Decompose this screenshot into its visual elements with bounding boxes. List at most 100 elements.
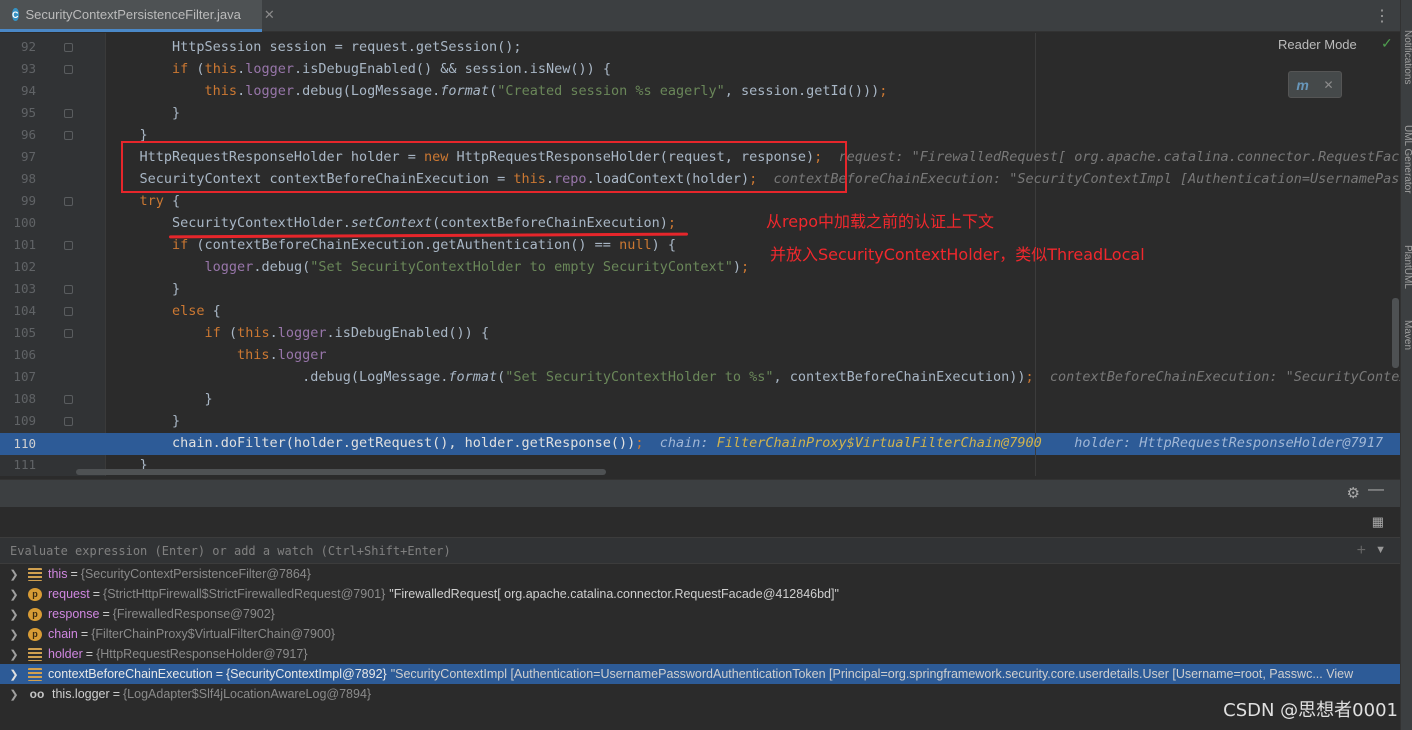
gear-icon[interactable]: ⚙ [1347, 484, 1360, 502]
line-number: 92 [20, 39, 36, 54]
field-icon [28, 667, 42, 681]
expand-icon[interactable]: ❯ [0, 568, 28, 581]
line-number: 98 [20, 171, 36, 186]
fold-marker[interactable] [64, 197, 73, 206]
expand-icon[interactable]: ❯ [0, 628, 28, 641]
variable-type: {HttpRequestResponseHolder@7917} [96, 647, 308, 661]
code-line-109: } [107, 413, 181, 429]
fold-marker[interactable] [64, 417, 73, 426]
variable-name: this.logger [52, 687, 110, 701]
fold-marker[interactable] [64, 285, 73, 294]
close-icon[interactable]: ✕ [1324, 78, 1334, 92]
maven-reload-popup[interactable]: m ✕ [1288, 71, 1342, 98]
java-class-icon: C [12, 8, 19, 21]
tab-filename: SecurityContextPersistenceFilter.java [25, 7, 241, 22]
fold-marker[interactable] [64, 395, 73, 404]
line-number: 106 [13, 347, 36, 362]
code-line-105: if (this.logger.isDebugEnabled()) { [204, 325, 490, 341]
csdn-watermark: CSDN @思想者0001 [1223, 700, 1398, 721]
annotation-text: 从repo中加载之前的认证上下文 [766, 212, 995, 231]
variable-name: chain [48, 627, 78, 641]
inline-debug-hint: contextBeforeChainExecution: "SecurityCo… [773, 171, 1400, 187]
layout-icon[interactable]: ▦ [1372, 514, 1384, 530]
evaluate-expression-input[interactable] [10, 541, 1340, 561]
variable-row[interactable]: ❯ holder = {HttpRequestResponseHolder@79… [0, 644, 1400, 664]
line-number: 101 [13, 237, 36, 252]
line-number: 93 [20, 61, 36, 76]
expand-icon[interactable]: ❯ [0, 588, 28, 601]
line-number: 96 [20, 127, 36, 142]
fold-marker[interactable] [64, 329, 73, 338]
expand-icon[interactable]: ❯ [0, 608, 28, 621]
variable-row[interactable]: ❯ p response = {FirewalledResponse@7902} [0, 604, 1400, 624]
code-line-100: SecurityContextHolder.setContext(context… [107, 215, 676, 231]
fold-marker[interactable] [64, 241, 73, 250]
line-number: 107 [13, 369, 36, 384]
line-number: 100 [13, 215, 36, 230]
horizontal-scrollbar[interactable] [76, 469, 606, 475]
line-number: 109 [13, 413, 36, 428]
variable-type: {LogAdapter$Slf4jLocationAwareLog@7894} [123, 687, 372, 701]
variable-row[interactable]: ❯ oo this.logger = {LogAdapter$Slf4jLoca… [0, 684, 1400, 704]
variable-name: contextBeforeChainExecution [48, 667, 213, 681]
check-icon: ✓ [1381, 35, 1393, 51]
inline-debug-hint: holder: HttpRequestResponseHolder@7917 [1074, 435, 1384, 451]
variable-row[interactable]: ❯ this = {SecurityContextPersistenceFilt… [0, 564, 1400, 584]
minimize-icon[interactable]: — [1368, 481, 1384, 499]
variable-value: "SecurityContextImpl [Authentication=Use… [390, 667, 1354, 681]
chevron-down-icon[interactable]: ▼ [1375, 544, 1386, 556]
line-number: 105 [13, 325, 36, 340]
evaluate-expression-bar: + ▼ [0, 537, 1400, 564]
variable-row[interactable]: ❯ p request = {StrictHttpFirewall$Strict… [0, 584, 1400, 604]
current-line-number: 110 [13, 436, 36, 451]
reader-mode-toggle[interactable]: Reader Mode [1278, 37, 1357, 52]
variable-row-selected[interactable]: ❯ contextBeforeChainExecution = {Securit… [0, 664, 1400, 684]
field-icon [28, 567, 42, 581]
code-line-103: } [107, 281, 181, 297]
expand-icon[interactable]: ❯ [0, 648, 28, 661]
variable-type: {SecurityContextImpl@7892} [226, 667, 387, 681]
parameter-icon: p [28, 627, 42, 641]
code-line-110: chain.doFilter(holder.getRequest(), hold… [107, 435, 1384, 451]
tool-tab-notifications[interactable]: Notifications [1402, 30, 1412, 84]
variable-row[interactable]: ❯ p chain = {FilterChainProxy$VirtualFil… [0, 624, 1400, 644]
tool-tab-maven[interactable]: Maven [1402, 320, 1412, 350]
variable-type: {FirewalledResponse@7902} [112, 607, 275, 621]
code-line-94: this.logger.debug(LogMessage.format("Cre… [204, 83, 888, 99]
fold-marker[interactable] [64, 307, 73, 316]
fold-marker[interactable] [64, 43, 73, 52]
fold-marker[interactable] [64, 65, 73, 74]
code-editor[interactable]: 92 93 94 95 96 97 98 99 100 101 102 103 … [0, 33, 1400, 476]
editor-tab[interactable]: C SecurityContextPersistenceFilter.java … [0, 0, 275, 32]
tool-tab-uml-generator[interactable]: UML Generator [1402, 125, 1412, 194]
line-number: 97 [20, 149, 36, 164]
debug-panel-header: ⚙ — [0, 479, 1400, 507]
vertical-scrollbar[interactable] [1392, 298, 1399, 368]
right-tool-strip: Notifications UML Generator PlantUML Mav… [1400, 0, 1412, 730]
line-number: 99 [20, 193, 36, 208]
code-line-99: try { [139, 193, 181, 209]
fold-marker[interactable] [64, 131, 73, 140]
maven-icon[interactable]: m [1296, 77, 1308, 93]
parameter-icon: p [28, 587, 42, 601]
expand-icon[interactable]: ❯ [0, 668, 28, 681]
variable-name: this [48, 567, 68, 581]
debug-variables-panel: ▦ + ▼ ❯ this = {SecurityContextPersisten… [0, 508, 1400, 730]
code-line-93: if (this.logger.isDebugEnabled() && sess… [172, 61, 611, 77]
add-watch-icon[interactable]: + [1357, 542, 1366, 560]
editor-tab-bar: C SecurityContextPersistenceFilter.java … [0, 0, 1400, 32]
expand-icon[interactable]: ❯ [0, 688, 28, 701]
variable-type: {StrictHttpFirewall$StrictFirewalledRequ… [103, 587, 386, 601]
fold-marker[interactable] [64, 109, 73, 118]
code-line-108: } [107, 391, 213, 407]
line-number: 94 [20, 83, 36, 98]
code-line-95: } [107, 105, 181, 121]
code-line-102: logger.debug("Set SecurityContextHolder … [204, 259, 750, 275]
inline-debug-hint: chain: [659, 435, 717, 451]
field-icon [28, 647, 42, 661]
tool-tab-plantuml[interactable]: PlantUML [1402, 245, 1412, 289]
line-number: 95 [20, 105, 36, 120]
watch-glasses-icon: oo [29, 687, 45, 701]
close-tab-icon[interactable]: ✕ [264, 7, 275, 23]
tab-menu-icon[interactable]: ⋮ [1374, 6, 1390, 26]
